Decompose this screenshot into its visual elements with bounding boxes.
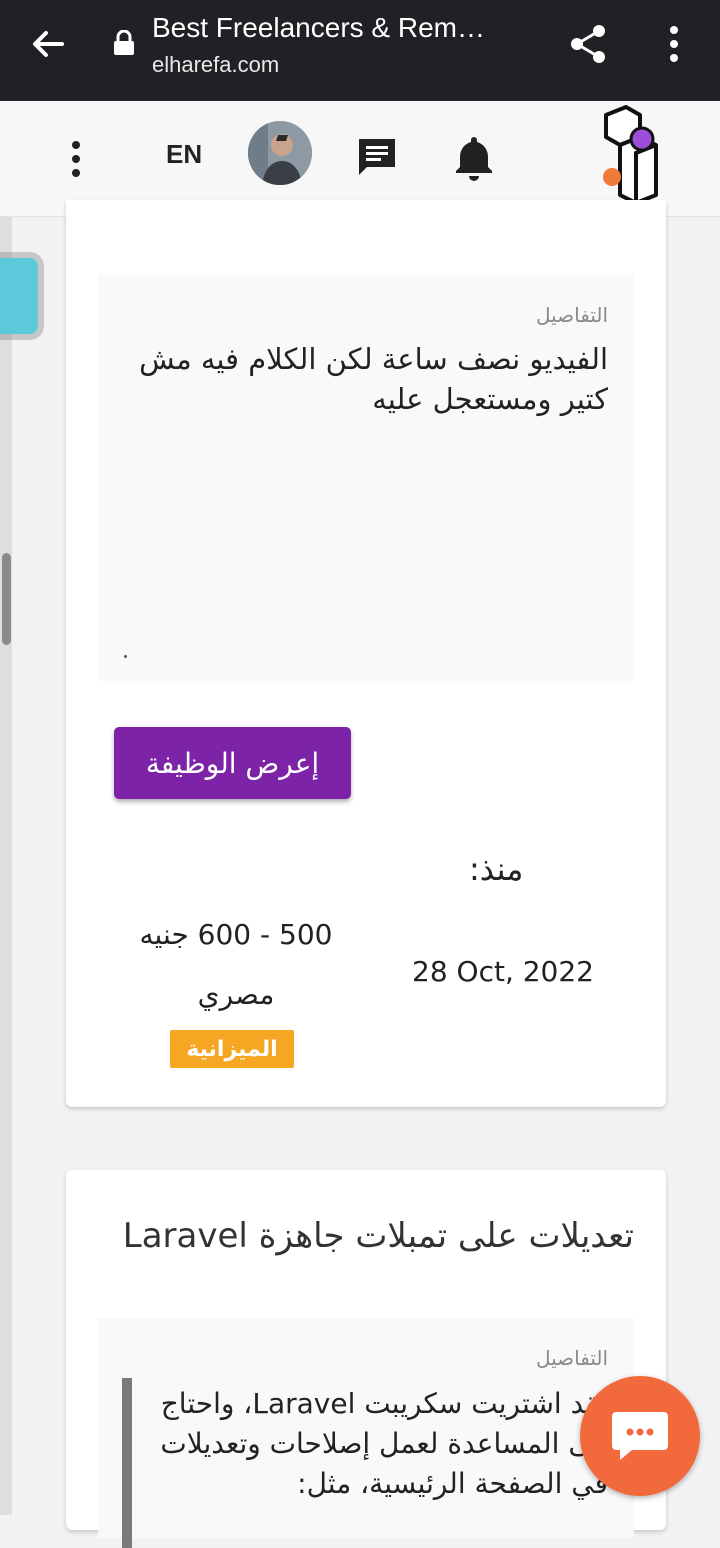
language-switch[interactable]: EN: [166, 139, 202, 170]
details-label: التفاصيل: [535, 303, 608, 327]
browser-toolbar: Best Freelancers & Rem… elharefa.com: [0, 0, 720, 101]
chat-fab-button[interactable]: [580, 1376, 700, 1496]
chat-icon[interactable]: [355, 135, 399, 179]
details-text: لقد اشتريت سكريبت Laravel، واحتاج الى ال…: [160, 1387, 608, 1500]
job-card: تعديلات على تمبلات جاهزة Laravel التفاصي…: [66, 1170, 666, 1548]
scrollbar[interactable]: [0, 217, 12, 1515]
job-card: التفاصيل الفيديو نصف ساعة لكن الكلام فيه…: [66, 200, 666, 1107]
more-vert-icon[interactable]: [662, 24, 686, 64]
scrollbar-thumb[interactable]: [2, 553, 11, 645]
page-url[interactable]: elharefa.com: [152, 52, 279, 78]
quote-bar: [122, 1378, 132, 1548]
logo[interactable]: [598, 105, 664, 205]
job-details: التفاصيل لقد اشتريت سكريبت Laravel، واحت…: [98, 1318, 634, 1548]
avatar[interactable]: [248, 121, 312, 185]
lock-icon: [114, 30, 134, 55]
floating-tool-tab[interactable]: [0, 258, 38, 334]
job-title[interactable]: تعديلات على تمبلات جاهزة Laravel: [123, 1216, 634, 1256]
job-details: التفاصيل الفيديو نصف ساعة لكن الكلام فيه…: [98, 275, 634, 681]
share-icon[interactable]: [566, 22, 610, 66]
since-label: منذ:: [469, 850, 524, 888]
bell-icon[interactable]: [452, 133, 496, 181]
more-vert-icon[interactable]: [64, 139, 88, 179]
chat-bubble-icon: [612, 1412, 668, 1460]
budget-badge: الميزانية: [170, 1030, 294, 1068]
details-label: التفاصيل: [535, 1346, 608, 1370]
details-text: الفيديو نصف ساعة لكن الكلام فيه مش كتير …: [139, 342, 608, 416]
offer-job-button[interactable]: إعرض الوظيفة: [114, 727, 351, 799]
page-title[interactable]: Best Freelancers & Rem…: [152, 12, 485, 44]
budget-value: 500 - 600 جنيه مصري: [139, 918, 333, 1011]
posted-date: 28 Oct, 2022: [412, 955, 594, 988]
bullet-dot: [124, 655, 127, 658]
back-arrow-icon[interactable]: [26, 22, 70, 66]
